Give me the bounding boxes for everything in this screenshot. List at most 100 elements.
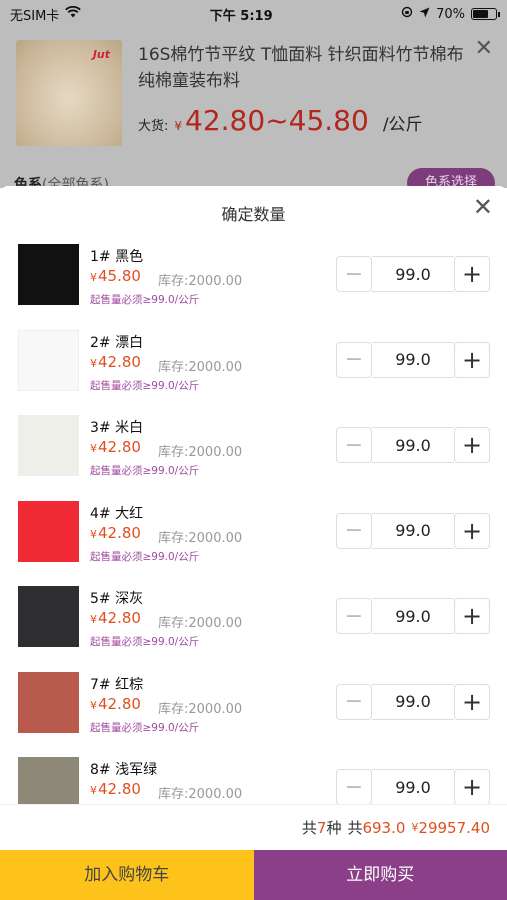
plus-icon[interactable]: + <box>454 341 490 378</box>
close-icon[interactable]: ✕ <box>475 36 493 61</box>
item-price-value: 42.80 <box>98 438 141 456</box>
item-min-note: 起售量必须≥99.0/公斤 <box>90 465 200 477</box>
minus-icon[interactable]: − <box>336 598 372 634</box>
item-price: ¥42.80 <box>90 609 141 627</box>
list-item: 4# 大红 ¥42.80 库存:2000.00 起售量必须≥99.0/公斤 −99.0 + <box>0 500 507 587</box>
color-swatch <box>18 757 79 804</box>
color-swatch <box>18 671 79 733</box>
quantity-input[interactable]: 99.0 <box>372 769 454 804</box>
item-currency: ¥ <box>90 271 97 284</box>
item-price: ¥42.80 <box>90 438 141 456</box>
sheet-title: 确定数量 <box>221 205 286 224</box>
quantity-input[interactable]: 99.0 <box>372 512 454 549</box>
quantity-sheet: 确定数量 ✕ 1# 黑色 ¥45.80 库存:2000.00 起售量必须≥99.0/公… <box>0 186 507 900</box>
price-range: 42.80~45.80 <box>185 104 369 137</box>
color-swatch <box>18 415 79 476</box>
add-to-cart-button[interactable]: 加入购物车 <box>0 850 254 900</box>
item-min-note: 起售量必须≥99.0/公斤 <box>90 636 200 648</box>
item-name: 3# 米白 <box>90 420 144 436</box>
color-swatch <box>18 586 79 647</box>
item-stock: 库存:2000.00 <box>158 701 243 717</box>
item-price-value: 42.80 <box>98 523 141 542</box>
order-summary: 共 7 种 共 693.0 ¥ 29957.40 <box>0 804 507 850</box>
item-price-value: 45.80 <box>98 267 141 285</box>
summary-count: 7 <box>316 818 327 837</box>
minus-icon[interactable]: − <box>336 427 372 463</box>
quantity-input[interactable]: 99.0 <box>372 683 454 720</box>
item-price: ¥42.80 <box>90 780 141 798</box>
color-swatch <box>18 500 79 562</box>
plus-icon[interactable]: + <box>454 683 490 720</box>
action-bar: 加入购物车 立即购买 <box>0 850 507 900</box>
item-name: 1# 黑色 <box>90 249 144 265</box>
sku-list: 1# 黑色 ¥45.80 库存:2000.00 起售量必须≥99.0/公斤 −99.0 +… <box>0 244 507 804</box>
list-item: 1# 黑色 ¥45.80 库存:2000.00 起售量必须≥99.0/公斤 −99.0 + <box>0 244 507 330</box>
product-logo: Jut <box>92 48 110 61</box>
buy-now-button[interactable]: 立即购买 <box>253 850 507 900</box>
item-name: 8# 浅军绿 <box>90 762 158 778</box>
item-price: ¥42.80 <box>90 695 141 713</box>
item-currency: ¥ <box>90 442 97 455</box>
item-name: 7# 红棕 <box>90 676 144 693</box>
list-item: 3# 米白 ¥42.80 库存:2000.00 起售量必须≥99.0/公斤 −99.0 + <box>0 415 507 501</box>
list-item: 7# 红棕 ¥42.80 库存:2000.00 起售量必须≥99.0/公斤 −99.0 + <box>0 671 507 758</box>
list-item: 8# 浅军绿¥42.80库存:2000.00起售量必须≥99.0/公斤−99.0… <box>0 757 507 804</box>
close-icon[interactable]: ✕ <box>473 186 493 228</box>
item-currency: ¥ <box>90 698 97 712</box>
summary-total-qty: 693.0 <box>362 818 406 837</box>
minus-icon[interactable]: − <box>336 341 372 378</box>
summary-count-suffix: 种 <box>326 819 342 837</box>
item-min-note: 起售量必须≥99.0/公斤 <box>90 721 200 734</box>
item-stock: 库存:2000.00 <box>158 274 243 289</box>
list-item: 5# 深灰 ¥42.80 库存:2000.00 起售量必须≥99.0/公斤 −99.0 + <box>0 586 507 672</box>
item-stock: 库存:2000.00 <box>158 616 243 631</box>
minus-icon[interactable]: − <box>336 769 372 804</box>
item-price-value: 42.80 <box>98 780 141 798</box>
item-name: 4# 大红 <box>90 505 144 522</box>
rotation-lock-icon <box>401 6 413 22</box>
summary-currency: ¥ <box>411 821 419 834</box>
minus-icon[interactable]: − <box>336 512 372 549</box>
quantity-stepper: −99.0 + <box>336 769 490 804</box>
quantity-input[interactable]: 99.0 <box>372 598 454 634</box>
battery-percent: 70% <box>436 6 465 22</box>
quantity-stepper: −99.0 + <box>336 427 490 463</box>
quantity-input[interactable]: 99.0 <box>372 341 454 378</box>
quantity-input[interactable]: 99.0 <box>372 427 454 463</box>
minus-icon[interactable]: − <box>336 256 372 292</box>
summary-count-prefix: 共 <box>301 819 317 837</box>
item-stock: 库存:2000.00 <box>158 445 243 460</box>
list-item: 2# 漂白 ¥42.80 库存:2000.00 起售量必须≥99.0/公斤 −99.0 + <box>0 329 507 416</box>
summary-qty-prefix: 共 <box>347 819 363 837</box>
item-name: 2# 漂白 <box>90 334 144 351</box>
plus-icon[interactable]: + <box>454 512 490 549</box>
item-stock: 库存:2000.00 <box>158 530 243 546</box>
sheet-header: 确定数量 ✕ <box>0 186 507 244</box>
quantity-stepper: −99.0 + <box>336 683 490 720</box>
item-min-note: 起售量必须≥99.0/公斤 <box>90 550 200 563</box>
quantity-stepper: −99.0 + <box>336 512 490 549</box>
item-price-value: 42.80 <box>98 609 141 627</box>
item-price: ¥42.80 <box>90 353 141 371</box>
quantity-input[interactable]: 99.0 <box>372 256 454 292</box>
item-currency: ¥ <box>90 613 97 626</box>
item-min-note: 起售量必须≥99.0/公斤 <box>90 379 200 392</box>
plus-icon[interactable]: + <box>454 769 490 804</box>
minus-icon[interactable]: − <box>336 683 372 720</box>
plus-icon[interactable]: + <box>454 427 490 463</box>
item-price-value: 42.80 <box>98 694 141 713</box>
carrier-label: 无SIM卡 <box>10 8 60 24</box>
price-unit: /公斤 <box>382 115 423 135</box>
product-image: Jut <box>16 40 122 146</box>
clock: 下午 5:19 <box>209 8 273 24</box>
item-currency: ¥ <box>90 356 97 370</box>
plus-icon[interactable]: + <box>454 256 490 292</box>
price-label: 大货: <box>138 119 169 134</box>
product-price: 大货: ¥ 42.80~45.80 /公斤 <box>138 104 423 137</box>
product-title: 16S棉竹节平纹 T恤面料 针织面料竹节棉布 纯棉童装布料 <box>138 45 464 91</box>
quantity-stepper: −99.0 + <box>336 256 490 292</box>
plus-icon[interactable]: + <box>454 598 490 634</box>
item-price: ¥42.80 <box>90 524 141 542</box>
battery-icon <box>471 8 500 20</box>
currency-symbol: ¥ <box>174 119 183 133</box>
